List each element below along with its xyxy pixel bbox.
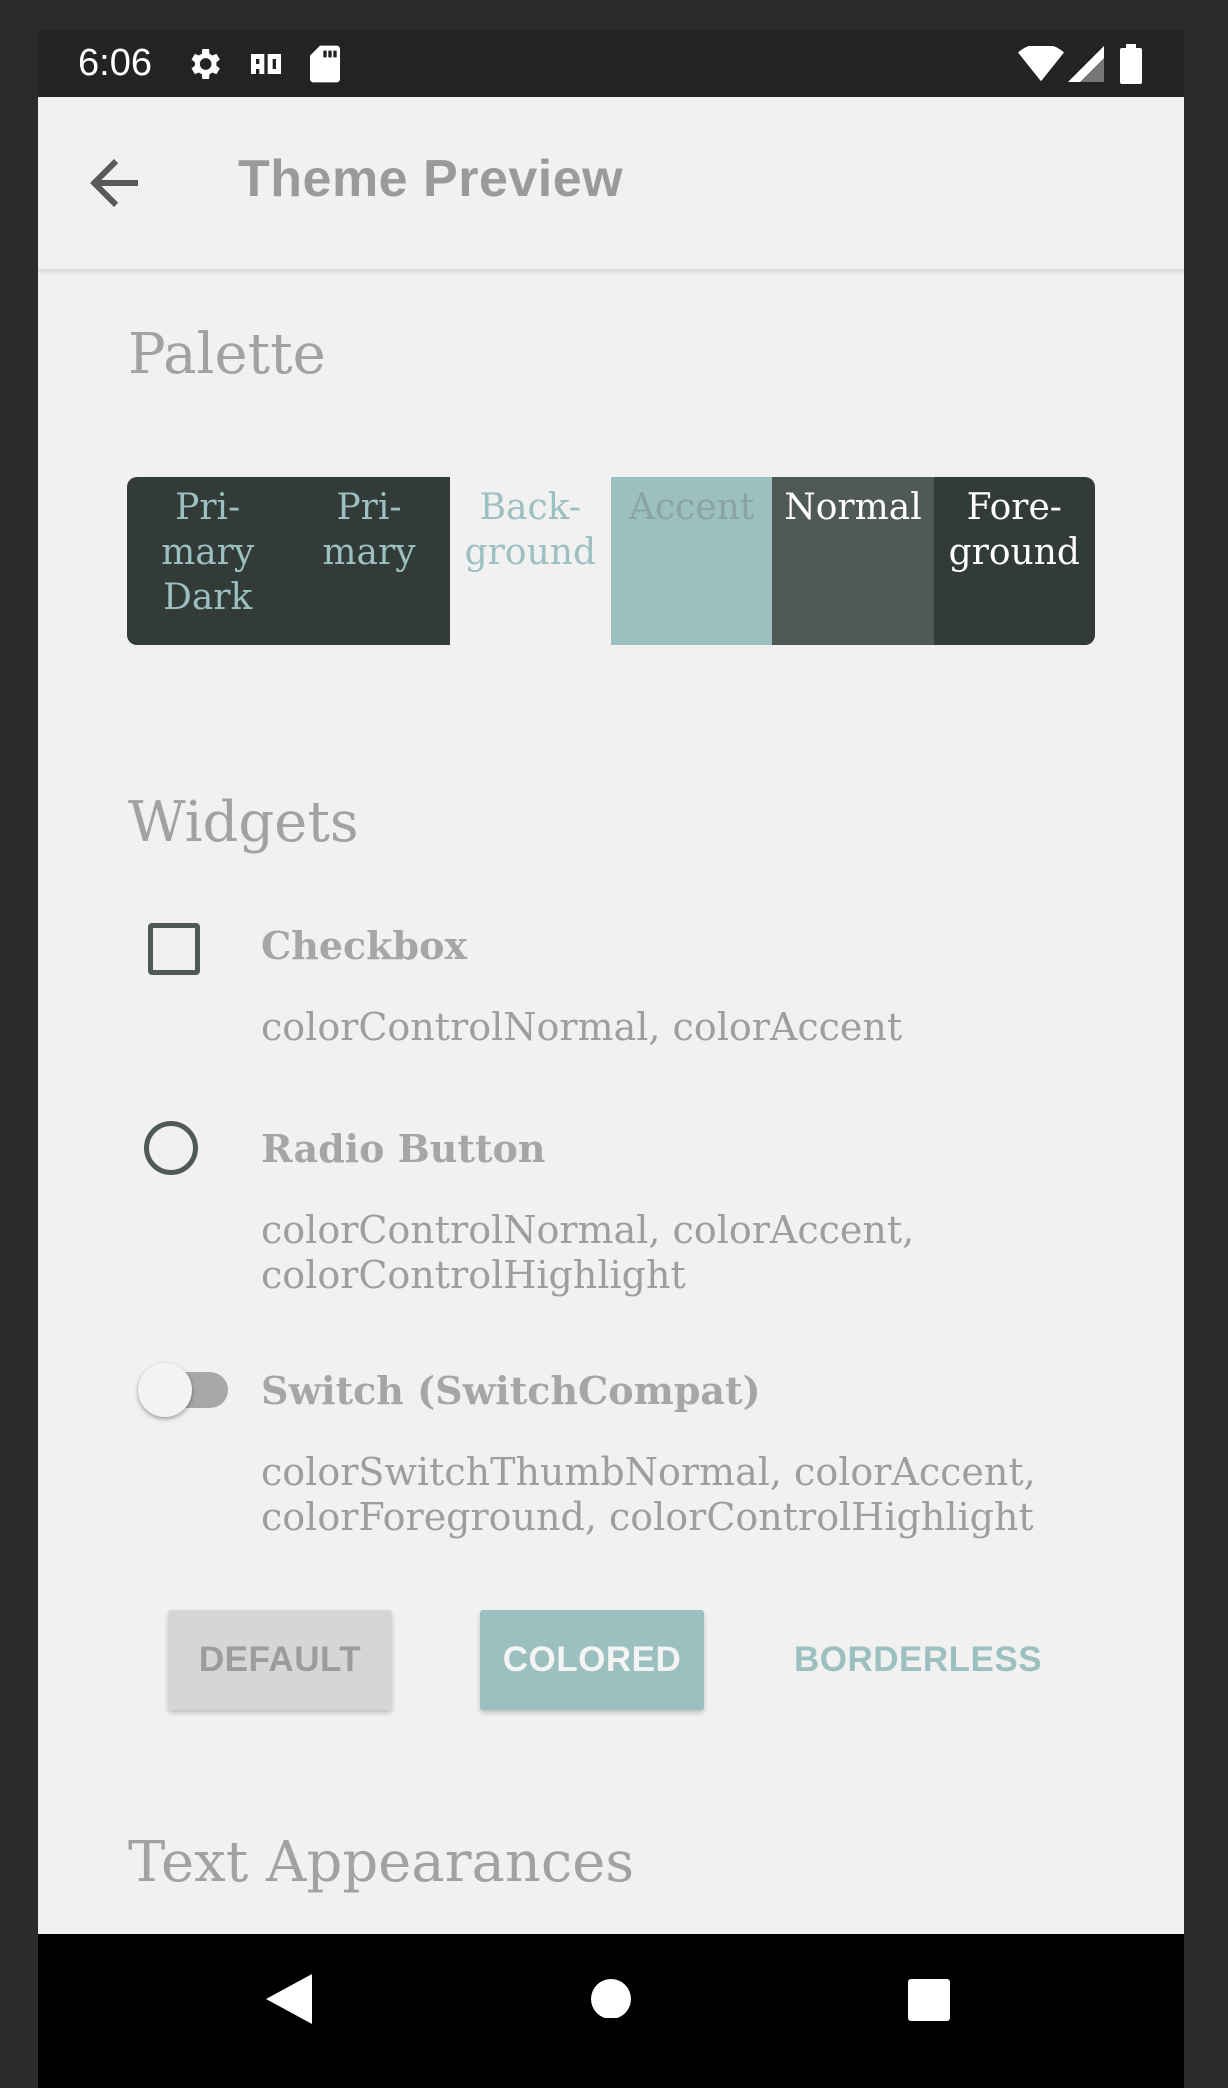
- battery-icon: [1120, 44, 1142, 89]
- borderless-button[interactable]: BORDERLESS: [778, 1610, 1058, 1710]
- recents-square-icon: [906, 1979, 950, 2028]
- checkbox-description: colorControlNormal, colorAccent: [261, 1005, 903, 1049]
- assistant-icon: [246, 44, 286, 89]
- back-button[interactable]: [78, 147, 150, 219]
- nav-back-button[interactable]: [266, 1974, 312, 2029]
- arrow-back-icon: [78, 159, 150, 223]
- colored-button[interactable]: COLORED: [480, 1610, 704, 1710]
- switch-description: colorSwitchThumbNormal, colorAccent, col…: [261, 1450, 1036, 1539]
- switch-toggle[interactable]: [138, 1360, 230, 1420]
- nav-home-button[interactable]: [589, 1974, 633, 2023]
- palette-heading: Palette: [128, 322, 326, 387]
- navigation-bar: [38, 1934, 1184, 2088]
- palette-swatch: Back- ground: [449, 477, 611, 645]
- default-button[interactable]: DEFAULT: [168, 1610, 392, 1710]
- palette-swatch: Normal: [772, 477, 934, 645]
- radio-button-label: Radio Button: [261, 1126, 546, 1171]
- status-time: 6:06: [78, 42, 152, 84]
- status-bar: 6:06: [38, 30, 1184, 97]
- page-title: Theme Preview: [238, 150, 624, 208]
- nav-recents-button[interactable]: [906, 1974, 950, 2029]
- checkbox[interactable]: [148, 923, 200, 975]
- app-bar: Theme Preview: [38, 97, 1184, 271]
- switch-thumb: [138, 1363, 192, 1417]
- radio-button-description: colorControlNormal, colorAccent, colorCo…: [261, 1208, 915, 1297]
- palette-swatch: Pri- mary Dark: [127, 477, 289, 645]
- back-triangle-icon: [266, 1974, 312, 2028]
- signal-icon: [1068, 46, 1104, 87]
- wifi-icon: [1018, 43, 1064, 87]
- sd-card-icon: [308, 44, 342, 89]
- palette-swatch: Fore- ground: [933, 477, 1095, 645]
- palette-swatch: Accent: [610, 477, 773, 645]
- home-circle-icon: [589, 1979, 633, 2022]
- checkbox-label: Checkbox: [261, 923, 468, 968]
- switch-label: Switch (SwitchCompat): [261, 1368, 761, 1413]
- device-screen: 6:06 Theme Preview Palette Pri- mary Dar: [38, 30, 1184, 2088]
- widgets-heading: Widgets: [128, 790, 359, 855]
- radio-button[interactable]: [144, 1121, 198, 1175]
- text-appearances-heading: Text Appearances: [128, 1830, 635, 1895]
- palette-strip: Pri- mary Dark Pri- mary Back- ground Accen…: [127, 477, 1095, 645]
- gear-icon: [184, 44, 224, 89]
- palette-swatch: Pri- mary: [288, 477, 450, 645]
